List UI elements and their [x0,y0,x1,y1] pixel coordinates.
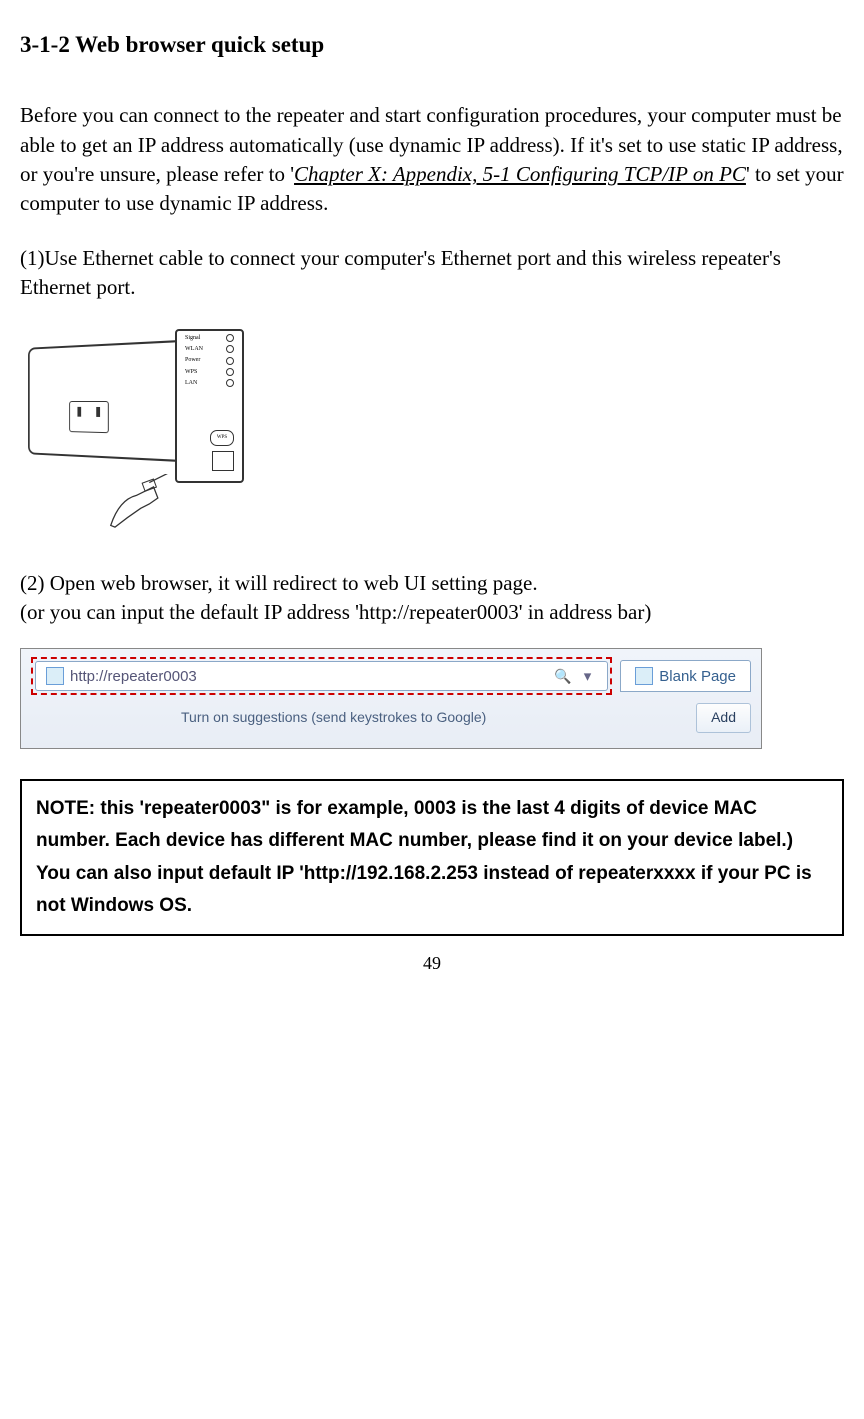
search-icon[interactable]: 🔍 [548,667,577,687]
step-1-text: (1)Use Ethernet cable to connect your co… [20,244,844,303]
add-button[interactable]: Add [696,703,751,733]
suggestion-prompt: Turn on suggestions (send keystrokes to … [31,708,684,728]
device-side-panel: Signal WLAN Power WPS LAN WPS [175,329,244,483]
led-signal: Signal [185,334,234,342]
page-number: 49 [20,951,844,976]
step-2-line1: (2) Open web browser, it will redirect t… [20,569,844,598]
hand-with-cable-icon [100,474,190,534]
step-2-line2: (or you can input the default IP address… [20,598,844,627]
device-illustration: Signal WLAN Power WPS LAN WPS [20,324,270,544]
chapter-reference-link: Chapter X: Appendix, 5-1 Configuring TCP… [294,162,746,186]
power-plug-icon [69,401,109,433]
ethernet-port-icon [212,451,234,471]
intro-paragraph: Before you can connect to the repeater a… [20,101,844,219]
tab-label: Blank Page [659,666,736,687]
section-heading: 3-1-2 Web browser quick setup [20,29,844,61]
led-power: Power [185,356,234,364]
browser-tab[interactable]: Blank Page [620,660,751,692]
address-bar-url: http://repeater0003 [70,666,197,687]
led-lan: LAN [185,379,234,387]
page-favicon-icon [46,667,64,685]
led-wlan: WLAN [185,345,234,353]
led-wps: WPS [185,368,234,376]
device-body-outline [28,339,187,462]
tab-favicon-icon [635,667,653,685]
address-bar-highlight: http://repeater0003 🔍 ▾ [31,657,612,695]
dropdown-arrow-icon[interactable]: ▾ [578,666,598,687]
browser-screenshot: http://repeater0003 🔍 ▾ Blank Page Turn … [20,648,762,749]
note-box: NOTE: this 'repeater0003" is for example… [20,779,844,936]
address-bar[interactable]: http://repeater0003 🔍 ▾ [35,661,608,691]
wps-button-icon: WPS [210,430,234,446]
